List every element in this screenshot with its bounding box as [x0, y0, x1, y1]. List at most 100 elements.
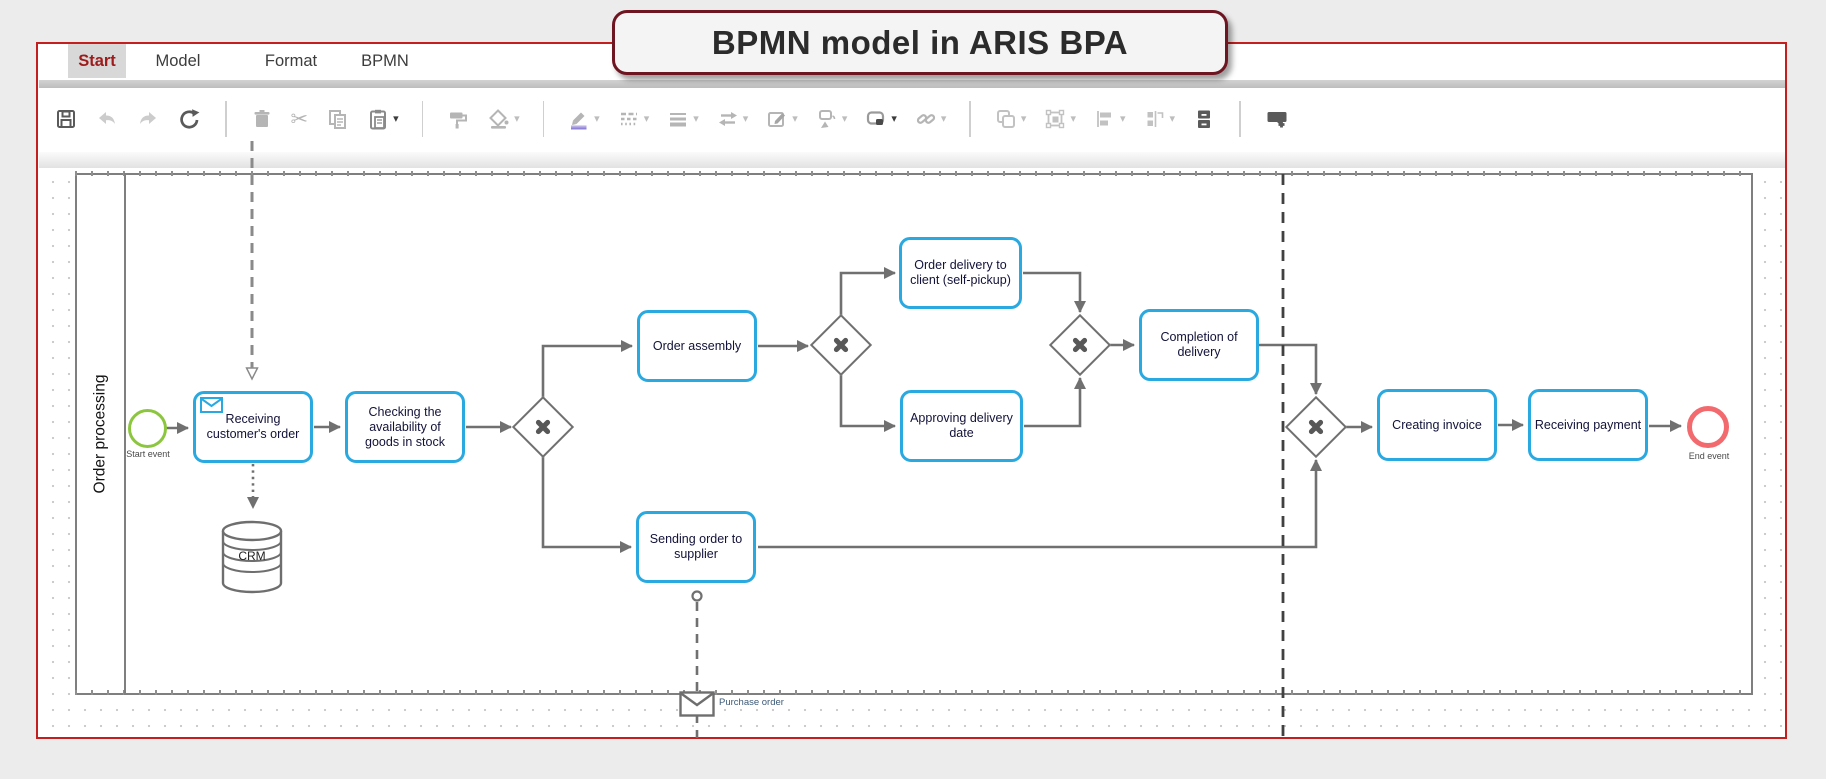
- task-sending-order[interactable]: Sending order to supplier: [636, 511, 756, 583]
- paste-dropdown-caret[interactable]: ▾: [393, 113, 399, 125]
- copy-button[interactable]: [323, 105, 351, 133]
- task-label: Receiving payment: [1534, 417, 1642, 432]
- align-button[interactable]: ▾: [1091, 105, 1128, 133]
- gateway-x-icon: [1072, 337, 1088, 353]
- shape-style-icon: [867, 111, 885, 125]
- arrow-style-dropdown-caret[interactable]: ▾: [743, 113, 749, 125]
- edit-shape-icon: [768, 112, 786, 127]
- group-dropdown-caret[interactable]: ▾: [1021, 113, 1027, 125]
- frame-dropdown-caret[interactable]: ▾: [1070, 113, 1076, 125]
- toolbar: ✂ ▾ ▾ ▾ ▾ ▾ ▾ ▾ ▾ ▾ ▾ ▾ ▾ ▾ ▾: [52, 88, 1782, 150]
- distribute-dropdown-caret[interactable]: ▾: [1170, 113, 1176, 125]
- add-comment-button[interactable]: [1262, 104, 1292, 134]
- frame-button[interactable]: ▾: [1041, 105, 1078, 133]
- fill-color-dropdown-caret[interactable]: ▾: [514, 113, 520, 125]
- pen-color-dropdown-caret[interactable]: ▾: [594, 113, 600, 125]
- connector-dropdown-caret[interactable]: ▾: [842, 113, 848, 125]
- arrow-style-button[interactable]: ▾: [714, 105, 751, 133]
- refresh-button[interactable]: [175, 105, 204, 134]
- task-label: Approving delivery date: [910, 411, 1013, 440]
- menu-tab-bpmn[interactable]: BPMN: [354, 44, 416, 78]
- gateway-x-icon: [833, 337, 849, 353]
- delete-button[interactable]: [248, 105, 276, 133]
- app-window: Start Model Format BPMN ✂ ▾ ▾ ▾ ▾ ▾ ▾ ▾ …: [0, 0, 1826, 779]
- scissors-icon: ✂: [290, 107, 309, 131]
- add-comment-icon: [1267, 112, 1287, 128]
- refresh-icon: [180, 108, 200, 129]
- edit-shape-dropdown-caret[interactable]: ▾: [792, 113, 798, 125]
- line-style-icon: [620, 112, 637, 126]
- menu-tab-start[interactable]: Start: [68, 44, 126, 78]
- menu-tab-format[interactable]: Format: [256, 44, 326, 78]
- pool-top-ticks: [75, 171, 1753, 176]
- fill-color-button[interactable]: ▾: [485, 105, 522, 133]
- start-event[interactable]: [128, 409, 167, 448]
- start-event-label: Start event: [126, 449, 170, 459]
- line-weight-dropdown-caret[interactable]: ▾: [693, 113, 699, 125]
- connector-icon: [818, 110, 836, 128]
- gateway-x-icon: [535, 419, 551, 435]
- end-event-label: End event: [1688, 451, 1730, 461]
- trash-icon: [254, 110, 269, 127]
- end-event[interactable]: [1687, 406, 1729, 448]
- menu-tab-model[interactable]: Model: [149, 44, 207, 78]
- link-button[interactable]: ▾: [912, 105, 949, 133]
- line-weight-button[interactable]: ▾: [664, 105, 701, 133]
- distribute-button[interactable]: ▾: [1141, 105, 1178, 133]
- connector-button[interactable]: ▾: [813, 105, 850, 133]
- line-style-button[interactable]: ▾: [615, 105, 652, 133]
- shape-style-button[interactable]: ▾: [862, 105, 899, 133]
- toolbar-separator: [421, 101, 424, 137]
- link-icon: [916, 114, 936, 124]
- format-painter-button[interactable]: [444, 105, 472, 133]
- task-approving-date[interactable]: Approving delivery date: [900, 390, 1023, 462]
- undo-icon: [99, 112, 115, 124]
- toolbar-separator: [542, 101, 545, 137]
- archive-icon: [1198, 110, 1211, 128]
- message-label: Purchase order: [719, 697, 784, 708]
- undo-button[interactable]: [93, 105, 121, 133]
- group-icon: [996, 110, 1015, 128]
- message-task-icon: [200, 397, 223, 413]
- redo-button[interactable]: [134, 105, 162, 133]
- task-label: Order assembly: [652, 338, 742, 353]
- task-order-delivery[interactable]: Order delivery to client (self-pickup): [899, 237, 1022, 309]
- title-banner: BPMN model in ARIS BPA: [612, 10, 1228, 75]
- align-dropdown-caret[interactable]: ▾: [1120, 113, 1126, 125]
- toolbar-separator: [225, 101, 227, 137]
- task-receiving-payment[interactable]: Receiving payment: [1528, 389, 1648, 461]
- redo-icon: [140, 112, 156, 124]
- edit-shape-button[interactable]: ▾: [763, 105, 800, 133]
- menu-toolbar-divider: [39, 80, 1785, 88]
- gateway-x-icon: [1308, 419, 1324, 435]
- task-completion-delivery[interactable]: Completion of delivery: [1139, 309, 1259, 381]
- pen-color-button[interactable]: ▾: [565, 105, 602, 133]
- task-label: Creating invoice: [1392, 417, 1482, 432]
- toolbar-separator: [1239, 101, 1241, 137]
- frame-icon: [1046, 109, 1065, 129]
- cut-button[interactable]: ✂: [289, 107, 311, 132]
- task-label: Sending order to supplier: [649, 532, 743, 561]
- task-label: Order delivery to client (self-pickup): [910, 258, 1011, 287]
- paint-bucket-icon: [489, 109, 509, 129]
- task-checking-availability[interactable]: Checking the availability of goods in st…: [345, 391, 465, 463]
- link-dropdown-caret[interactable]: ▾: [941, 113, 947, 125]
- line-style-dropdown-caret[interactable]: ▾: [644, 113, 650, 125]
- data-store-crm-label: CRM: [238, 549, 266, 563]
- align-icon: [1097, 111, 1111, 127]
- arrow-style-icon: [718, 112, 737, 126]
- group-button[interactable]: ▾: [992, 105, 1029, 133]
- task-creating-invoice[interactable]: Creating invoice: [1377, 389, 1497, 461]
- pen-icon: [571, 112, 587, 130]
- save-button[interactable]: [52, 105, 80, 133]
- shape-style-dropdown-caret[interactable]: ▾: [891, 113, 897, 125]
- task-label: Receiving customer's order: [206, 412, 300, 441]
- paste-button[interactable]: ▾: [364, 105, 401, 133]
- message-envelope-icon[interactable]: [679, 691, 715, 717]
- pool-bottom-ticks: [75, 690, 1753, 695]
- pool-label: Order processing: [91, 374, 109, 494]
- archive-button[interactable]: [1190, 105, 1218, 133]
- paint-roller-icon: [450, 112, 468, 129]
- save-icon: [57, 110, 75, 128]
- task-order-assembly[interactable]: Order assembly: [637, 310, 757, 382]
